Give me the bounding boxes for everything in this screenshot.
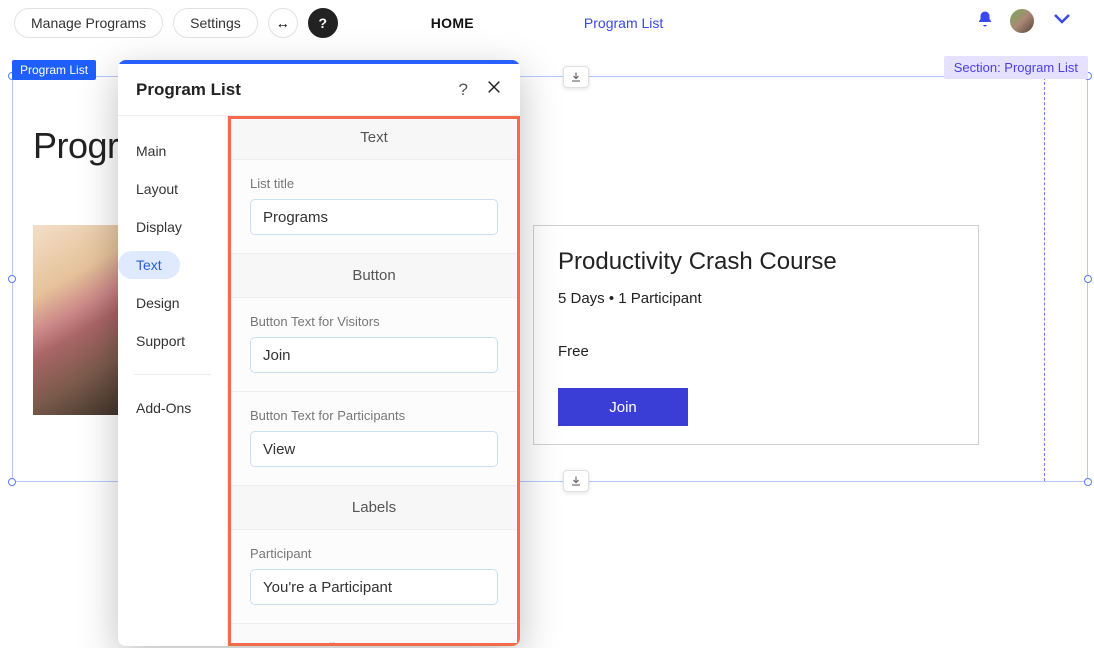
program-card: Productivity Crash Course 5 Days • 1 Par… (533, 225, 979, 445)
sidebar-item-layout[interactable]: Layout (118, 175, 196, 203)
expand-icon[interactable]: ↔ (268, 8, 298, 38)
group-header-labels: Labels (228, 486, 520, 530)
insert-below-icon[interactable] (563, 470, 589, 492)
insert-above-icon[interactable] (563, 66, 589, 88)
resize-handle[interactable] (8, 275, 16, 283)
panel-help-icon[interactable]: ? (459, 80, 468, 100)
manage-programs-button[interactable]: Manage Programs (14, 8, 163, 38)
settings-panel: Program List ? Main Layout Display Text … (118, 60, 520, 646)
section-tag-left[interactable]: Program List (12, 60, 96, 80)
manage-programs-label: Manage Programs (31, 15, 146, 31)
resize-handle[interactable] (8, 478, 16, 486)
field-btn-visitors: Button Text for Visitors (228, 298, 520, 392)
resize-handle[interactable] (1084, 478, 1092, 486)
sidebar-item-addons[interactable]: Add-Ons (118, 394, 209, 422)
program-subtitle: 5 Days • 1 Participant (558, 290, 954, 307)
chevron-down-icon[interactable] (1050, 6, 1074, 36)
panel-title: Program List (136, 80, 241, 100)
field-btn-participants: Button Text for Participants (228, 392, 520, 486)
btn-participants-label: Button Text for Participants (250, 408, 498, 423)
close-icon[interactable] (486, 79, 502, 100)
sidebar-item-display[interactable]: Display (118, 213, 200, 241)
request-pending-label: Request Pending (228, 624, 520, 646)
section-tag-left-label: Program List (20, 63, 88, 77)
btn-visitors-input[interactable] (250, 337, 498, 373)
btn-visitors-label: Button Text for Visitors (250, 314, 498, 329)
topbar-right (976, 6, 1074, 36)
nav-program-list[interactable]: Program List (584, 15, 663, 31)
panel-sidebar: Main Layout Display Text Design Support … (118, 116, 228, 646)
section-tag-right[interactable]: Section: Program List (944, 56, 1088, 79)
program-price: Free (558, 343, 954, 360)
program-title: Productivity Crash Course (558, 248, 954, 276)
sidebar-item-design[interactable]: Design (118, 289, 198, 317)
group-header-text: Text (228, 116, 520, 160)
panel-main: Text List title Button Button Text for V… (228, 116, 520, 646)
sidebar-item-main[interactable]: Main (118, 137, 184, 165)
participant-label: Participant (250, 546, 498, 561)
program-image (33, 225, 127, 415)
settings-label: Settings (190, 15, 241, 31)
bell-icon[interactable] (976, 10, 994, 33)
field-list-title: List title (228, 160, 520, 254)
sidebar-divider (134, 374, 211, 375)
join-button[interactable]: Join (558, 388, 688, 426)
top-toolbar: Manage Programs Settings ↔ ? HOME Progra… (0, 0, 1094, 46)
help-icon[interactable]: ? (308, 8, 338, 38)
panel-header: Program List ? (118, 64, 520, 116)
list-title-input[interactable] (250, 199, 498, 235)
sidebar-item-support[interactable]: Support (118, 327, 203, 355)
section-tag-right-label: Section: Program List (954, 60, 1078, 75)
page-nav: HOME Program List (431, 0, 664, 46)
avatar[interactable] (1010, 9, 1034, 33)
participant-input[interactable] (250, 569, 498, 605)
settings-button[interactable]: Settings (173, 8, 258, 38)
sidebar-item-text[interactable]: Text (118, 251, 180, 279)
list-title-label: List title (250, 176, 498, 191)
nav-home[interactable]: HOME (431, 15, 474, 31)
group-header-button: Button (228, 254, 520, 298)
resize-handle[interactable] (1084, 275, 1092, 283)
field-participant: Participant (228, 530, 520, 624)
btn-participants-input[interactable] (250, 431, 498, 467)
join-button-label: Join (609, 399, 637, 416)
